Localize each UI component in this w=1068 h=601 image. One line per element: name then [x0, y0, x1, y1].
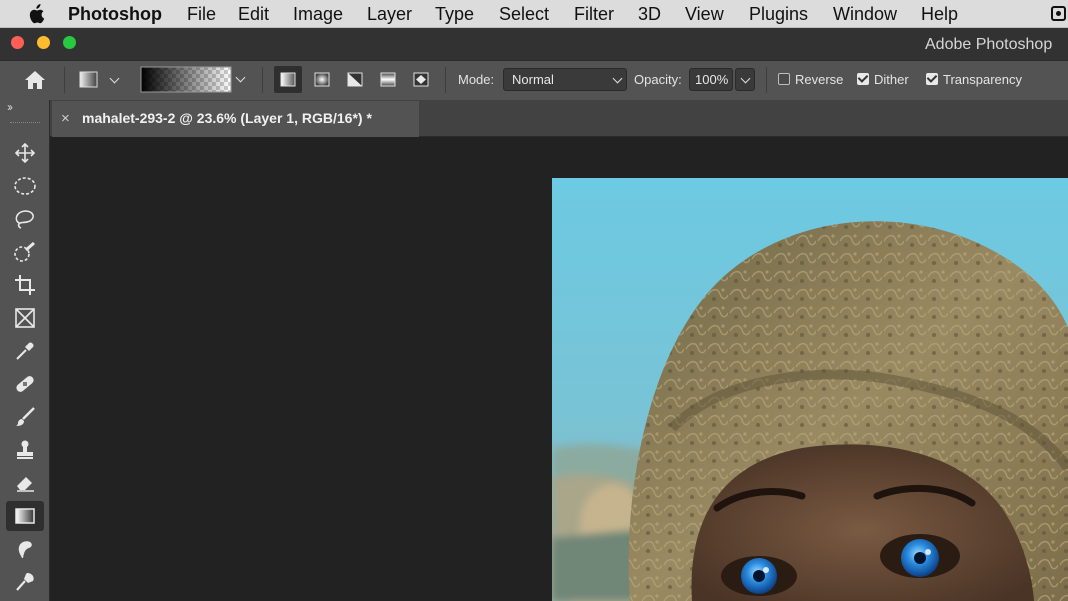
- dither-checkbox[interactable]: [857, 73, 869, 85]
- marquee-tool[interactable]: [6, 171, 44, 201]
- menu-plugins[interactable]: Plugins: [749, 4, 808, 24]
- gradient-tool[interactable]: [6, 501, 44, 531]
- menu-edit[interactable]: Edit: [238, 4, 269, 24]
- healing-brush-tool[interactable]: [6, 369, 44, 399]
- gradient-icon: [15, 508, 35, 524]
- reverse-label[interactable]: Reverse: [795, 72, 843, 87]
- tools-panel: ››: [0, 100, 50, 601]
- chevron-down-icon: [740, 73, 751, 84]
- lasso-tool[interactable]: [6, 204, 44, 234]
- mode-select[interactable]: Normal: [503, 68, 627, 91]
- document-tab-title[interactable]: mahalet-293-2 @ 23.6% (Layer 1, RGB/16*)…: [82, 110, 372, 126]
- menu-view[interactable]: View: [685, 4, 724, 24]
- eyedropper-tool[interactable]: [6, 336, 44, 366]
- close-window-button[interactable]: [11, 36, 24, 49]
- clone-stamp-icon: [17, 440, 33, 459]
- gradient-swatch: [140, 66, 232, 93]
- chevron-down-icon: [612, 73, 623, 84]
- healing-brush-icon: [16, 376, 34, 392]
- opacity-value: 100%: [695, 72, 729, 87]
- menu-select[interactable]: Select: [499, 4, 549, 24]
- chevron-down-icon: [109, 73, 120, 84]
- menu-file[interactable]: File: [187, 4, 216, 24]
- tab-close-icon[interactable]: ×: [61, 110, 70, 127]
- apple-icon[interactable]: [27, 4, 45, 24]
- menu-3d[interactable]: 3D: [638, 4, 661, 24]
- collapse-panel-icon[interactable]: ››: [7, 100, 13, 114]
- eraser-icon: [17, 477, 34, 492]
- smudge-icon: [18, 541, 32, 558]
- marquee-icon: [14, 177, 36, 195]
- menu-filter[interactable]: Filter: [574, 4, 614, 24]
- eyedropper-icon: [16, 342, 34, 360]
- home-button[interactable]: [22, 68, 48, 92]
- pen-tool[interactable]: [6, 567, 44, 597]
- tool-preset-icon: [79, 71, 98, 88]
- linear-gradient-icon: [280, 72, 296, 87]
- gradient-picker[interactable]: [140, 66, 250, 93]
- portrait-photo: [552, 178, 1068, 601]
- brush-tool[interactable]: [6, 402, 44, 432]
- reflected-gradient-icon: [380, 72, 396, 87]
- opacity-input[interactable]: 100%: [689, 68, 733, 91]
- menu-type[interactable]: Type: [435, 4, 474, 24]
- crop-icon: [15, 275, 35, 295]
- angle-gradient-button[interactable]: [341, 66, 369, 93]
- angle-gradient-icon: [347, 72, 363, 87]
- document-canvas-image[interactable]: [552, 178, 1068, 601]
- chevron-down-icon: [235, 72, 246, 83]
- screen-record-icon[interactable]: [1051, 6, 1066, 21]
- frame-icon: [15, 308, 35, 328]
- menu-bar: Photoshop File Edit Image Layer Type Sel…: [0, 0, 1068, 28]
- clone-stamp-tool[interactable]: [6, 435, 44, 465]
- linear-gradient-button[interactable]: [274, 66, 302, 93]
- menu-window[interactable]: Window: [833, 4, 897, 24]
- tool-preset-picker[interactable]: [78, 68, 122, 92]
- move-icon: [14, 142, 36, 164]
- minimize-window-button[interactable]: [37, 36, 50, 49]
- brush-icon: [16, 407, 35, 426]
- mode-value: Normal: [512, 72, 554, 87]
- panel-grip[interactable]: [10, 122, 40, 125]
- transparency-checkbox[interactable]: [926, 73, 938, 85]
- transparency-label[interactable]: Transparency: [943, 72, 1022, 87]
- radial-gradient-button[interactable]: [308, 66, 336, 93]
- menu-image[interactable]: Image: [293, 4, 343, 24]
- window-title: Adobe Photoshop: [925, 36, 1053, 53]
- lasso-icon: [15, 210, 34, 229]
- menu-help[interactable]: Help: [921, 4, 958, 24]
- diamond-gradient-icon: [413, 72, 429, 87]
- reverse-checkbox[interactable]: [778, 73, 790, 85]
- diamond-gradient-button[interactable]: [407, 66, 435, 93]
- smudge-tool[interactable]: [6, 534, 44, 564]
- quick-selection-tool[interactable]: [6, 237, 44, 267]
- pen-icon: [16, 573, 34, 591]
- opacity-label: Opacity:: [634, 72, 682, 87]
- radial-gradient-icon: [314, 72, 330, 87]
- opacity-dropdown-button[interactable]: [735, 68, 755, 91]
- quick-selection-icon: [14, 241, 35, 262]
- mode-label: Mode:: [458, 72, 495, 87]
- dither-label[interactable]: Dither: [874, 72, 909, 87]
- menu-layer[interactable]: Layer: [367, 4, 412, 24]
- frame-tool[interactable]: [6, 303, 44, 333]
- maximize-window-button[interactable]: [63, 36, 76, 49]
- reflected-gradient-button[interactable]: [374, 66, 402, 93]
- menu-app-name[interactable]: Photoshop: [68, 4, 162, 24]
- home-icon: [25, 71, 45, 89]
- crop-tool[interactable]: [6, 270, 44, 300]
- move-tool[interactable]: [6, 138, 44, 168]
- eraser-tool[interactable]: [6, 468, 44, 498]
- window-title-bar: [0, 28, 1068, 60]
